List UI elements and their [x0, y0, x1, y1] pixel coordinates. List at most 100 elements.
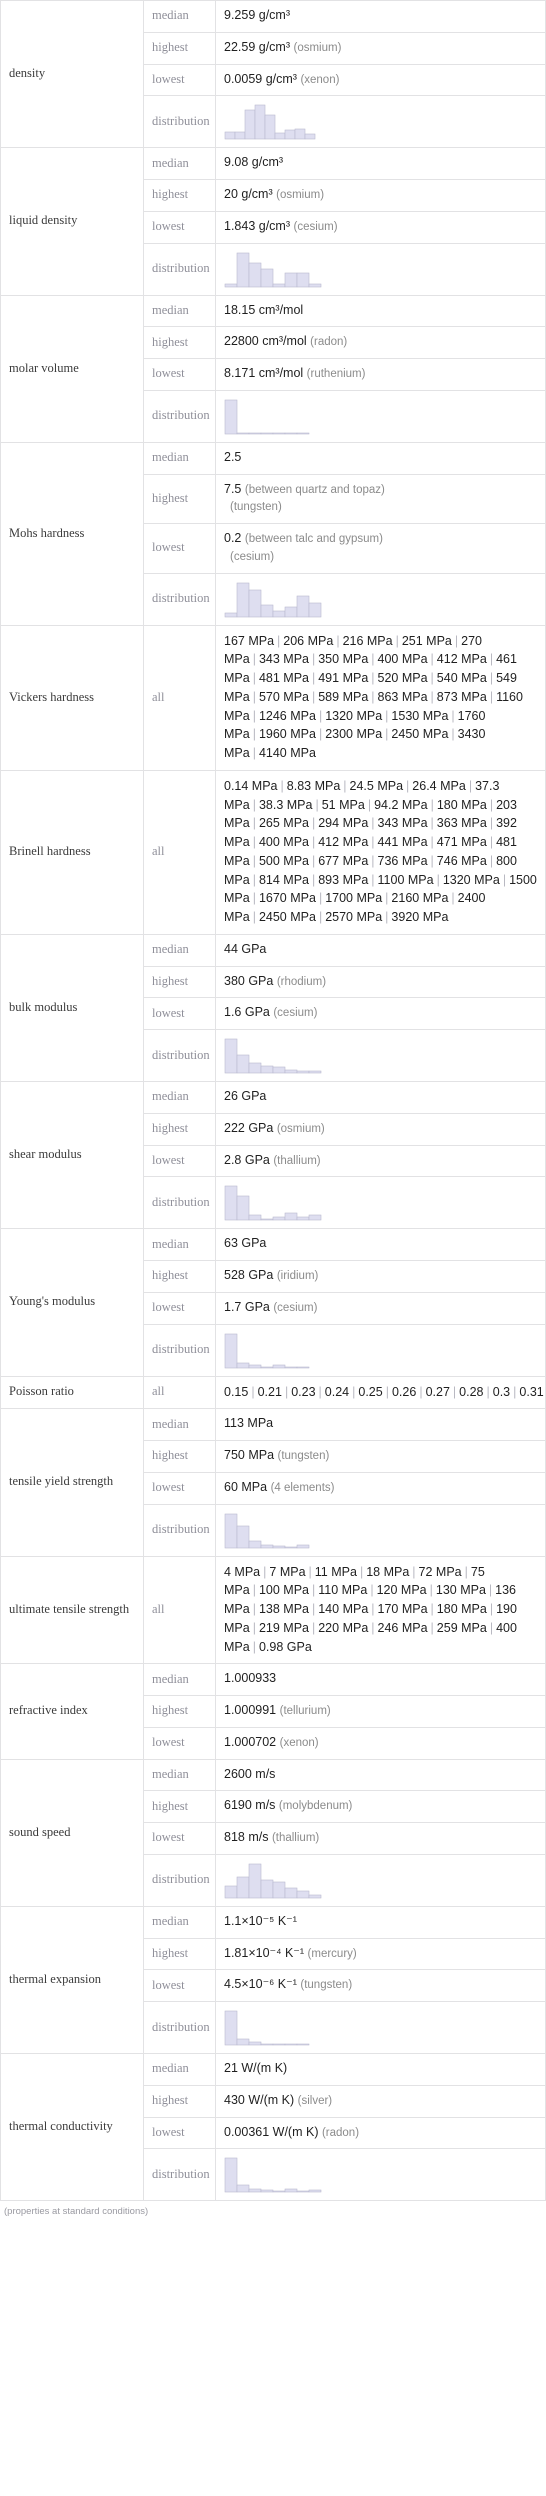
stat-label-distribution: distribution	[143, 242, 216, 296]
value-annotation: (cesium)	[293, 220, 338, 233]
value-separator: |	[318, 891, 323, 906]
value-separator: |	[429, 1583, 433, 1598]
table-row: density median 9.259 g/cm³	[0, 0, 546, 149]
stat-value-highest: 1.81×10⁻⁴ K⁻¹ (mercury)	[215, 1937, 546, 1971]
value-item: 0.15	[224, 1384, 249, 1399]
distribution-histogram	[215, 1503, 546, 1557]
value-separator: |	[430, 797, 434, 812]
stat-label-median: median	[143, 1081, 216, 1114]
value-annotation: (radon)	[321, 2126, 360, 2139]
value-item: 412 MPa	[318, 835, 369, 849]
properties-table: density median 9.259 g/cm³ highest 22.59 g/c…	[0, 0, 546, 2202]
value-annotation: (xenon)	[279, 1736, 319, 1749]
property-name: shear modulus	[0, 1080, 144, 1230]
value-item: 120 MPa	[376, 1583, 427, 1598]
value-separator: |	[311, 1602, 316, 1616]
value-item: 1320 MPa	[442, 872, 500, 887]
stat-value-highest: 222 GPa (osmium)	[215, 1112, 546, 1146]
stat-label-median: median	[143, 147, 216, 180]
value-item: 4 MPa	[224, 1564, 261, 1579]
stat-label-lowest: lowest	[143, 2116, 216, 2150]
stat-label-highest: highest	[143, 1695, 216, 1728]
value-annotation: (osmium)	[276, 1122, 325, 1135]
distribution-histogram	[215, 1176, 546, 1230]
value-item: 2160 MPa	[391, 891, 449, 906]
stat-value-median: 2600 m/s	[215, 1758, 546, 1792]
stat-label-median: median	[143, 1408, 216, 1441]
value-annotation-secondary: (tungsten)	[230, 501, 282, 514]
value-separator: |	[489, 652, 494, 667]
value-item: 0.25	[358, 1384, 383, 1399]
stat-label-lowest: lowest	[143, 1471, 216, 1505]
value-item: 265 MPa	[258, 816, 309, 831]
stat-label-distribution: distribution	[143, 95, 216, 149]
stat-label-highest: highest	[143, 473, 216, 524]
value-list: 4 MPa | 7 MPa | 11 MPa | 18 MPa | 72 MPa | 75 MPa |…	[215, 1555, 546, 1665]
stat-value-lowest: 1.843 g/cm³ (cesium)	[215, 210, 546, 244]
stat-value-median: 1.000933	[215, 1663, 546, 1696]
stat-label-median: median	[143, 933, 216, 967]
stat-value-lowest: 1.6 GPa (cesium)	[215, 997, 546, 1030]
value-item: 216 MPa	[342, 633, 393, 648]
value-item: 0.27	[425, 1384, 450, 1399]
value-annotation: (tungsten)	[277, 1450, 330, 1462]
stat-value-highest: 430 W/(m K) (silver)	[215, 2084, 546, 2118]
table-row: Brinell hardness all 0.14 MPa | 8.83 MPa | 24.…	[0, 769, 546, 935]
stat-label-median: median	[143, 2053, 216, 2086]
value-annotation: (4 elements)	[270, 1481, 335, 1494]
value-item: 471 MPa	[436, 835, 487, 849]
value-separator: |	[419, 1384, 423, 1399]
value-separator: |	[252, 816, 256, 831]
value-item: 481 MPa	[258, 671, 309, 685]
value-separator: |	[252, 835, 256, 849]
stat-value-lowest: 4.5×10⁻⁶ K⁻¹ (tungsten)	[215, 1969, 546, 2002]
table-row: tensile yield strength median 113 MPa	[0, 1408, 546, 1557]
value-separator: |	[430, 1602, 434, 1616]
value-separator: |	[430, 671, 434, 685]
value-separator: |	[252, 797, 256, 812]
value-separator: |	[452, 1384, 457, 1399]
property-name: sound speed	[0, 1758, 144, 1907]
property-name: tensile yield strength	[0, 1408, 144, 1557]
value-annotation: (tungsten)	[300, 1979, 353, 1992]
value-item: 0.31	[519, 1384, 544, 1399]
value-separator: |	[252, 1602, 256, 1616]
value-separator: |	[318, 1384, 322, 1399]
value-separator: |	[371, 671, 375, 685]
value-item: 343 MPa	[258, 652, 309, 667]
value-item: 246 MPa	[377, 1620, 428, 1635]
value-separator: |	[311, 671, 316, 685]
stat-label-lowest: lowest	[143, 1726, 216, 1760]
stat-value-median: 26 GPa	[215, 1081, 546, 1114]
value-separator: |	[252, 689, 256, 704]
value-item: 491 MPa	[318, 671, 369, 685]
property-name: density	[0, 0, 144, 149]
property-name: thermal conductivity	[0, 2052, 144, 2202]
value-annotation: (cesium)	[273, 1301, 318, 1314]
value-item: 206 MPa	[283, 633, 334, 648]
table-row: sound speed median 2600 m/s	[0, 1758, 546, 1907]
value-separator: |	[371, 1620, 375, 1635]
stat-label-lowest: lowest	[143, 1822, 216, 1855]
value-separator: |	[352, 1384, 356, 1399]
value-annotation: (mercury)	[307, 1947, 357, 1960]
stat-value-median: 9.259 g/cm³	[215, 0, 546, 33]
stat-label-highest: highest	[143, 31, 216, 65]
stat-label-lowest: lowest	[143, 358, 216, 391]
value-item: 130 MPa	[435, 1583, 486, 1598]
stat-value-lowest: 0.00361 W/(m K) (radon)	[215, 2116, 546, 2150]
table-row: refractive index median 1.000933	[0, 1663, 546, 1760]
property-name: refractive index	[0, 1663, 144, 1760]
stat-label-all: all	[143, 769, 216, 935]
value-item: 72 MPa	[418, 1564, 462, 1579]
value-separator: |	[371, 689, 375, 704]
stat-label-highest: highest	[143, 965, 216, 999]
distribution-histogram	[215, 389, 546, 443]
value-item: 251 MPa	[401, 633, 452, 648]
stat-value-lowest: 0.0059 g/cm³ (xenon)	[215, 63, 546, 97]
stat-value-highest: 528 GPa (iridium)	[215, 1260, 546, 1293]
stat-label-lowest: lowest	[143, 63, 216, 97]
value-separator: |	[430, 689, 434, 704]
distribution-histogram	[215, 572, 546, 626]
table-row: Mohs hardness median 2.5	[0, 441, 546, 626]
